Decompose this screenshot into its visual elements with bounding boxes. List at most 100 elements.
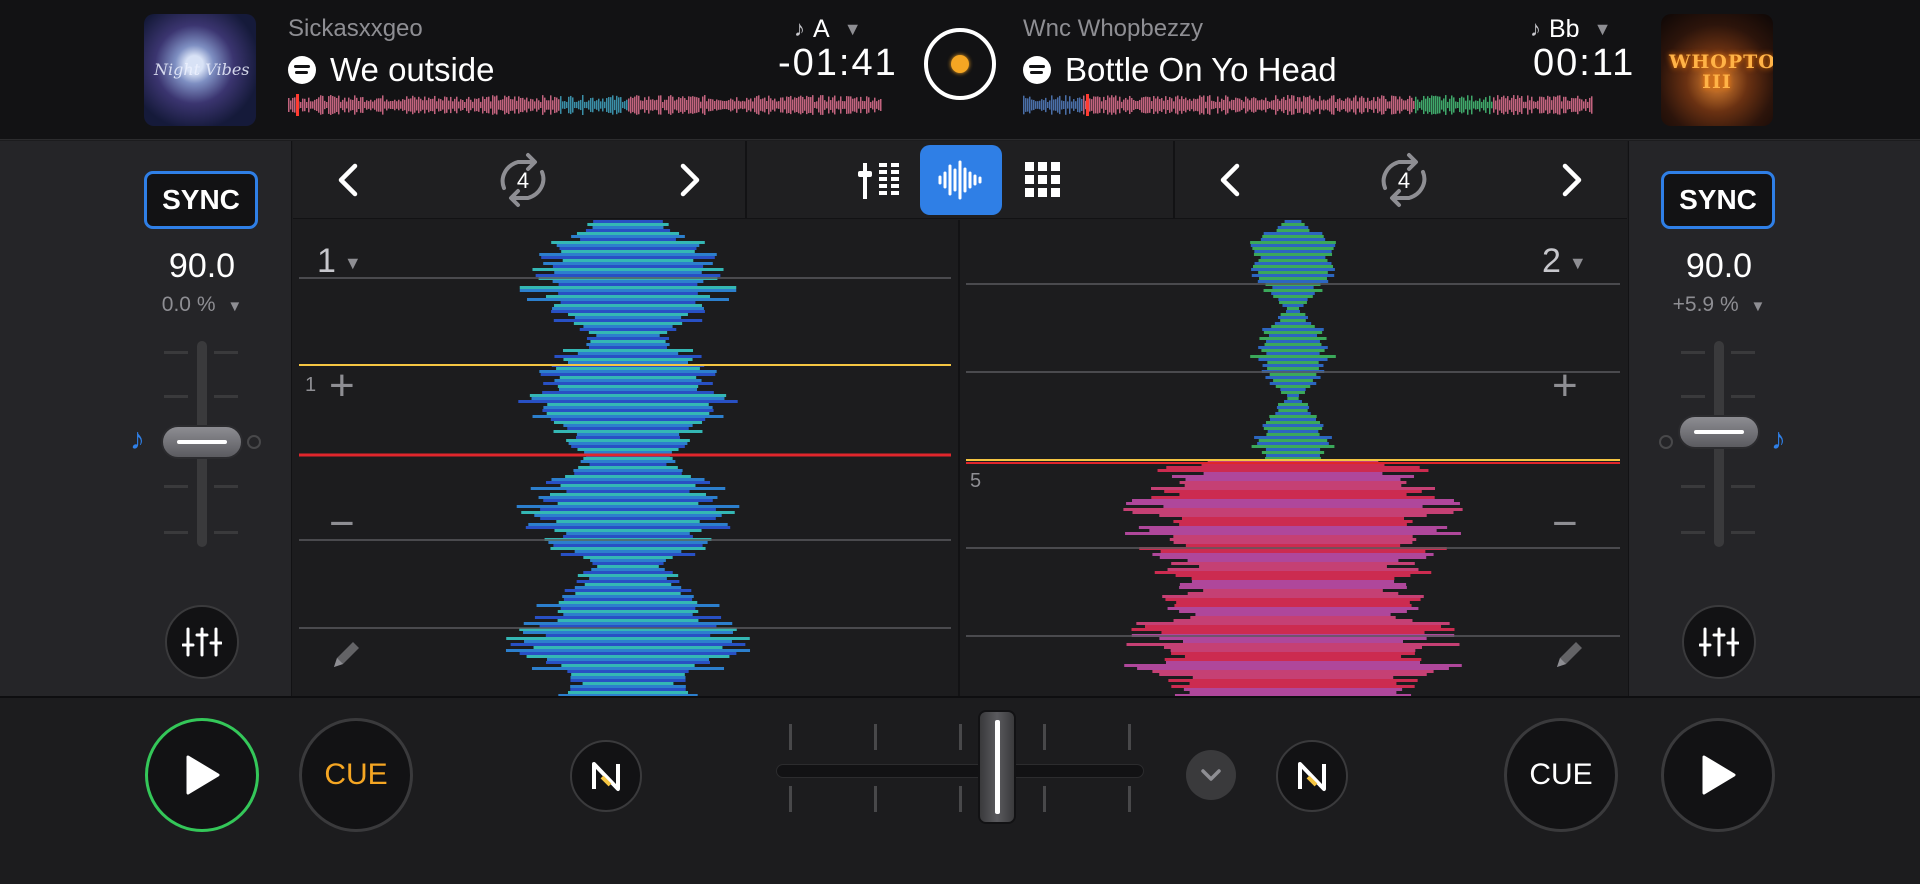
deck-b-key-value: Bb bbox=[1549, 14, 1580, 43]
chevron-down-icon: ▼ bbox=[227, 298, 243, 315]
neural-mix-icon bbox=[1298, 762, 1326, 791]
track-info-bar: Night Vibes Sickasxxgeo We outside ♪ A ▼… bbox=[0, 0, 1920, 140]
deck-b-bpm: 90.0 bbox=[1685, 247, 1753, 285]
deck-a-play-button[interactable] bbox=[145, 718, 259, 832]
music-note-icon: ♪ bbox=[794, 16, 805, 41]
deck-a-loop-marker: 1 bbox=[305, 374, 317, 396]
deck-b-eq-button[interactable] bbox=[1682, 605, 1756, 679]
deck-b-pitch-range[interactable]: +5.9 % ▼ bbox=[1649, 293, 1789, 317]
music-note-icon: ♪ bbox=[1530, 16, 1541, 41]
deck-b-number[interactable]: 2 ▼ bbox=[1542, 242, 1587, 281]
deck-a-pitch-range[interactable]: 0.0 % ▼ bbox=[132, 293, 272, 317]
deck-a-number[interactable]: 1 ▼ bbox=[317, 242, 362, 281]
chevron-right-icon bbox=[680, 163, 700, 197]
deck-a-sync-button[interactable]: SYNC bbox=[144, 171, 258, 229]
deck-a-zoom-out-button[interactable]: − bbox=[329, 502, 355, 546]
chevron-left-icon bbox=[1220, 163, 1240, 197]
loop-icon: 4 bbox=[500, 153, 546, 207]
chevron-down-icon: ▼ bbox=[1593, 18, 1612, 39]
deck-a-bpm: 90.0 bbox=[168, 247, 236, 285]
chevron-down-icon: ▼ bbox=[843, 18, 862, 39]
deck-a-waveform-canvas bbox=[299, 220, 951, 696]
deck-b-artist: Wnc Whopbezzy bbox=[1023, 15, 1204, 42]
deck-a-key-value: A bbox=[813, 14, 830, 43]
loop-icon: 4 bbox=[1381, 153, 1427, 207]
deck-b-loop-prev-button[interactable] bbox=[1205, 145, 1255, 215]
deck-a-title: We outside bbox=[330, 51, 495, 88]
chevron-down-icon: ▼ bbox=[1750, 298, 1766, 315]
chevron-right-icon bbox=[1562, 163, 1582, 197]
deck-b-tempo-reset-dot[interactable] bbox=[1659, 435, 1673, 449]
deck-a-tempo-reset-dot[interactable] bbox=[247, 435, 261, 449]
waveform-view-button[interactable] bbox=[920, 145, 1002, 215]
music-note-icon: ♪ bbox=[1771, 423, 1786, 456]
deck-b-title: Bottle On Yo Head bbox=[1065, 51, 1337, 88]
music-note-icon: ♪ bbox=[130, 423, 145, 456]
deck-b-overview-waveform[interactable] bbox=[1023, 94, 1593, 116]
play-icon bbox=[186, 755, 220, 795]
mixer-view-button[interactable] bbox=[841, 145, 921, 215]
deck-a-zoom-in-button[interactable]: + bbox=[329, 364, 355, 408]
deck-a-playhead bbox=[296, 94, 299, 116]
deck-b-waveform[interactable]: 2 ▼ 5 + − bbox=[960, 220, 1627, 696]
play-icon bbox=[1702, 755, 1736, 795]
pencil-icon[interactable] bbox=[329, 638, 363, 672]
deck-b-loop-marker: 5 bbox=[970, 470, 982, 492]
chevron-down-icon: ▼ bbox=[343, 252, 362, 273]
eq-sliders-icon bbox=[1699, 627, 1739, 657]
crossfader-handle[interactable] bbox=[978, 710, 1016, 824]
deck-a-time: -01:41 bbox=[778, 42, 898, 84]
deck-b-pitch-value: +5.9 % bbox=[1672, 293, 1739, 316]
deck-b-zoom-out-button[interactable]: − bbox=[1552, 502, 1578, 546]
deck-b-loop-next-button[interactable] bbox=[1547, 145, 1597, 215]
deck-a-track-info[interactable]: Sickasxxgeo We outside bbox=[288, 14, 494, 92]
deck-b-neural-mix-button[interactable] bbox=[1276, 740, 1348, 812]
deck-a-eq-button[interactable] bbox=[165, 605, 239, 679]
deck-b-time: 00:11 bbox=[1533, 42, 1636, 84]
deck-a-cue-button[interactable]: CUE bbox=[299, 718, 413, 832]
deck-b-cue-button[interactable]: CUE bbox=[1504, 718, 1618, 832]
deck-a-tempo-fader-handle[interactable] bbox=[161, 425, 243, 459]
pencil-icon[interactable] bbox=[1552, 638, 1586, 672]
deck-b-artwork-text: WHOPTOBER III bbox=[1669, 51, 1773, 93]
crossfader-options-button[interactable] bbox=[1186, 750, 1236, 800]
deck-b-waveform-canvas bbox=[966, 220, 1620, 696]
waveform-view-icon bbox=[938, 160, 982, 200]
deck-a-number-value: 1 bbox=[317, 242, 336, 280]
deck-a-side-panel: SYNC 90.0 0.0 % ▼ ♪ bbox=[0, 141, 292, 696]
chevron-down-icon: ▼ bbox=[1568, 252, 1587, 273]
deck-a-loop-length: 4 bbox=[517, 168, 529, 193]
deck-b-track-info[interactable]: Wnc Whopbezzy Bottle On Yo Head bbox=[1023, 14, 1337, 92]
deck-b-sync-button[interactable]: SYNC bbox=[1661, 171, 1775, 229]
deck-a-pitch-value: 0.0 % bbox=[161, 293, 216, 316]
deck-b-zoom-in-button[interactable]: + bbox=[1552, 364, 1578, 408]
deck-switch-knob[interactable] bbox=[924, 28, 996, 100]
deck-b-artwork[interactable]: WHOPTOBER III bbox=[1661, 14, 1773, 126]
deck-b-playhead bbox=[1086, 94, 1089, 116]
deck-a-loop-prev-button[interactable] bbox=[323, 145, 373, 215]
deck-a-artist: Sickasxxgeo bbox=[288, 15, 423, 42]
chevron-left-icon bbox=[338, 163, 358, 197]
deck-a-overview-waveform[interactable] bbox=[288, 94, 882, 116]
deck-a-neural-mix-button[interactable] bbox=[570, 740, 642, 812]
spotify-icon bbox=[1023, 56, 1051, 84]
deck-a-artwork[interactable]: Night Vibes bbox=[144, 14, 256, 126]
deck-a-key[interactable]: ♪ A ▼ bbox=[794, 14, 862, 44]
deck-b-key[interactable]: ♪ Bb ▼ bbox=[1530, 14, 1611, 44]
pads-view-button[interactable] bbox=[1003, 145, 1083, 215]
deck-a-artwork-text: Night Vibes bbox=[154, 60, 250, 79]
deck-a-loop-next-button[interactable] bbox=[665, 145, 715, 215]
deck-a-loop-button[interactable]: 4 bbox=[483, 145, 563, 215]
deck-b-number-value: 2 bbox=[1542, 242, 1561, 280]
deck-b-loop-button[interactable]: 4 bbox=[1364, 145, 1444, 215]
crossfader-track[interactable] bbox=[776, 764, 1144, 778]
deck-b-tempo-fader-handle[interactable] bbox=[1678, 415, 1760, 449]
spotify-icon bbox=[288, 56, 316, 84]
eq-sliders-icon bbox=[182, 627, 222, 657]
deck-b-side-panel: SYNC 90.0 +5.9 % ▼ ♪ bbox=[1628, 141, 1920, 696]
chevron-down-icon bbox=[1201, 769, 1221, 781]
deck-toolbar: 4 4 bbox=[293, 141, 1627, 219]
deck-a-waveform[interactable]: 1 ▼ 1 + − bbox=[293, 220, 958, 696]
transport-bar: CUE CUE bbox=[0, 696, 1920, 884]
deck-b-play-button[interactable] bbox=[1661, 718, 1775, 832]
